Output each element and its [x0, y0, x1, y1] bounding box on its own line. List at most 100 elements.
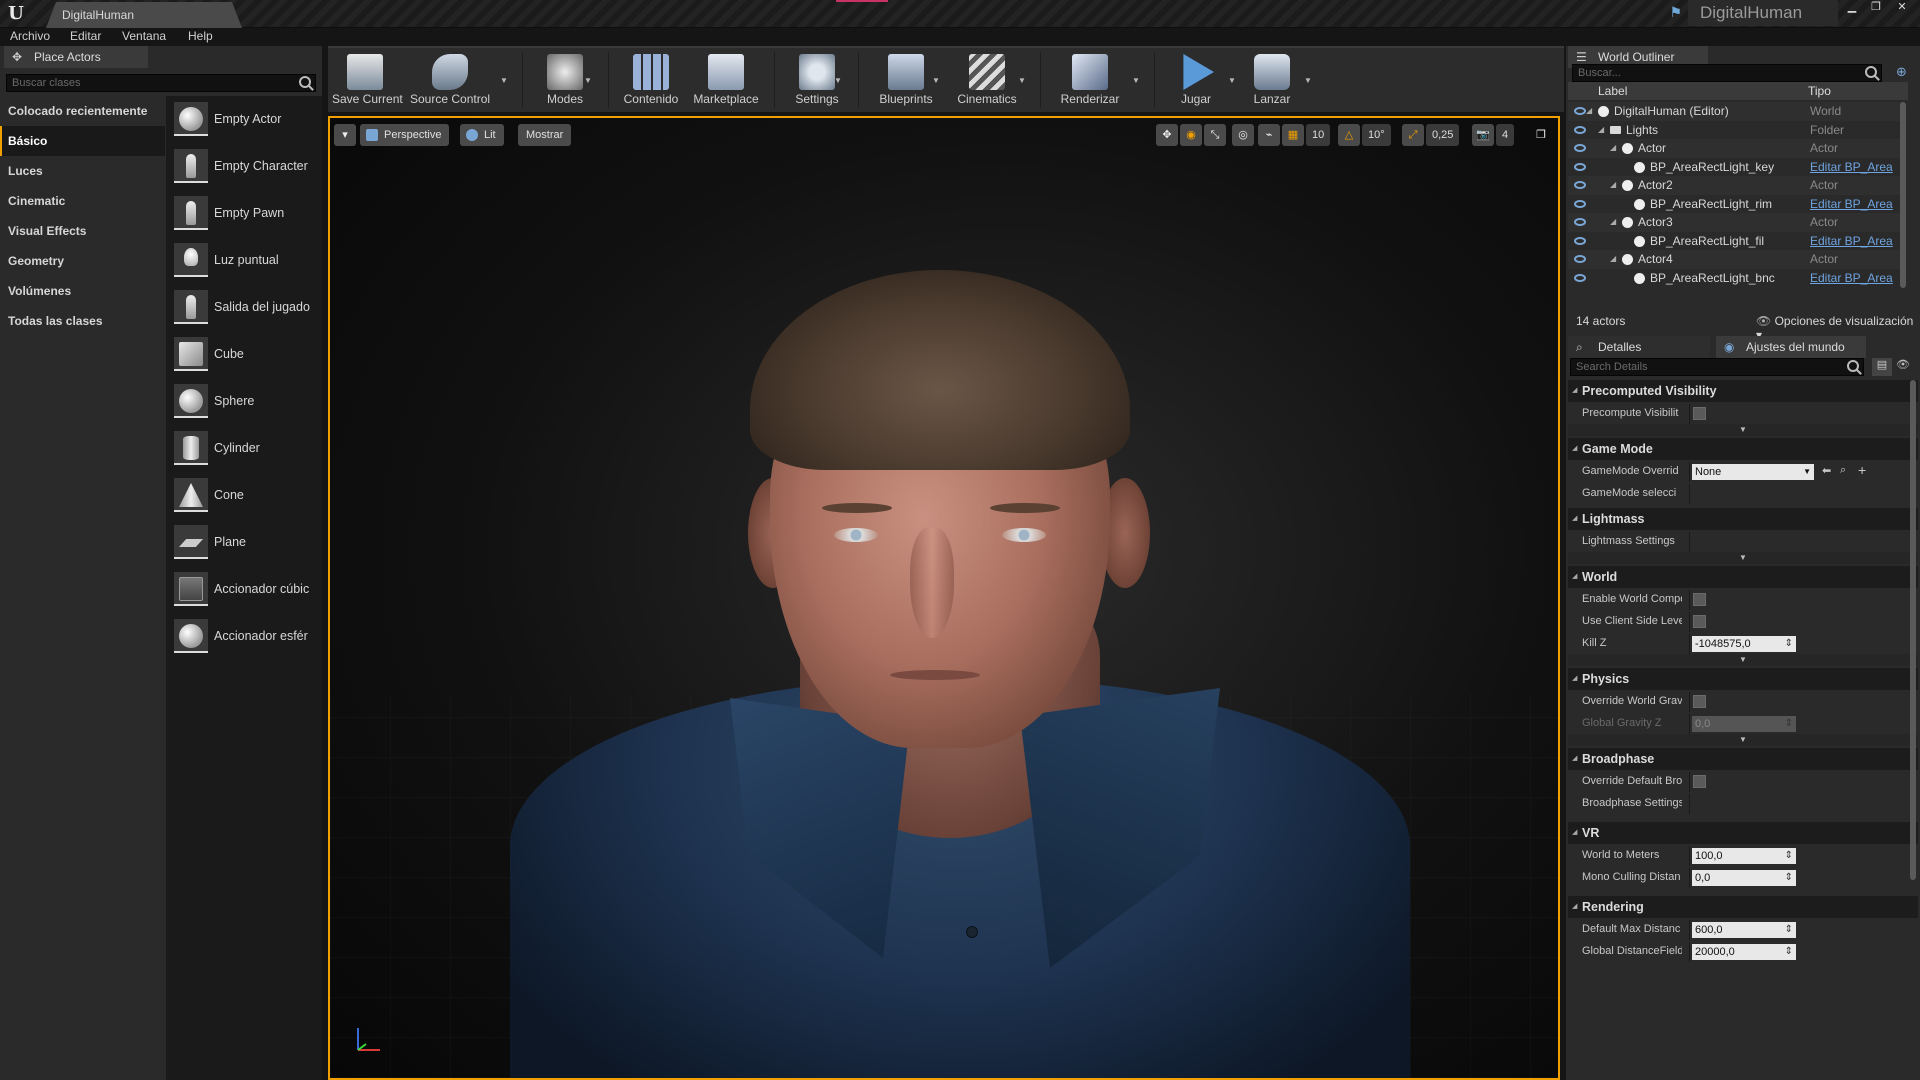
- category-geometry[interactable]: Geometry: [0, 246, 165, 276]
- chevron-down-icon[interactable]: ▼: [1228, 76, 1236, 85]
- lit-button[interactable]: Lit: [460, 124, 504, 146]
- scale-icon[interactable]: ⤡: [1204, 124, 1226, 146]
- column-label[interactable]: Label: [1598, 84, 1627, 98]
- camera-speed-icon[interactable]: 📷: [1472, 124, 1494, 146]
- list-item[interactable]: Plane: [166, 519, 322, 566]
- list-item[interactable]: Cone: [166, 472, 322, 519]
- list-item[interactable]: Empty Pawn: [166, 190, 322, 237]
- translate-icon[interactable]: ✥: [1156, 124, 1178, 146]
- section-physics[interactable]: Physics: [1568, 668, 1918, 690]
- cinematics-button[interactable]: Cinematics: [950, 48, 1024, 112]
- show-button[interactable]: Mostrar: [518, 124, 572, 146]
- list-item[interactable]: Cylinder: [166, 425, 322, 472]
- edit-blueprint-link[interactable]: Editar BP_Area: [1810, 195, 1893, 213]
- flag-icon[interactable]: ⚑: [1669, 4, 1682, 21]
- render-button[interactable]: Renderizar: [1052, 48, 1128, 112]
- visibility-eye-icon[interactable]: [1574, 144, 1586, 152]
- menu-help[interactable]: Help: [188, 29, 213, 43]
- mono-culling-input[interactable]: 0,0: [1692, 870, 1796, 886]
- max-distance-input[interactable]: 600,0: [1692, 922, 1796, 938]
- rotation-snap-value[interactable]: 10°: [1362, 124, 1391, 146]
- perspective-button[interactable]: Perspective: [360, 124, 450, 146]
- world-to-meters-input[interactable]: 100,0: [1692, 848, 1796, 864]
- chevron-down-icon[interactable]: ▼: [834, 76, 842, 85]
- visibility-eye-icon[interactable]: [1574, 199, 1586, 208]
- expand-advanced-icon[interactable]: ▼: [1568, 734, 1918, 746]
- menu-editar[interactable]: Editar: [70, 29, 101, 43]
- plus-icon[interactable]: +: [1858, 462, 1866, 478]
- details-search-input[interactable]: Search Details: [1570, 358, 1864, 376]
- visibility-eye-icon[interactable]: [1574, 273, 1586, 282]
- chevron-down-icon[interactable]: ▼: [1304, 76, 1312, 85]
- section-lightmass[interactable]: Lightmass: [1568, 508, 1918, 530]
- maximize-icon[interactable]: ❐: [1864, 0, 1888, 16]
- edit-blueprint-link[interactable]: Editar BP_Area: [1810, 232, 1893, 250]
- prop-broadphase-settings[interactable]: Broadphase Settings: [1568, 794, 1918, 814]
- expand-arrow-icon[interactable]: ◢: [1598, 121, 1604, 139]
- distance-field-input[interactable]: 20000,0: [1692, 944, 1796, 960]
- outliner-row[interactable]: ◢ Actor3 Actor: [1568, 213, 1904, 232]
- gamemode-select[interactable]: None: [1692, 464, 1814, 480]
- override-gravity-checkbox[interactable]: [1693, 695, 1706, 708]
- category-volumes[interactable]: Volúmenes: [0, 276, 165, 306]
- marketplace-button[interactable]: Marketplace: [688, 48, 764, 112]
- chevron-down-icon[interactable]: ▼: [500, 76, 508, 85]
- content-button[interactable]: Contenido: [618, 48, 684, 112]
- add-actor-icon[interactable]: ⊕: [1896, 64, 1907, 80]
- visibility-eye-icon[interactable]: [1574, 236, 1586, 245]
- chevron-down-icon[interactable]: ▼: [1132, 76, 1140, 85]
- details-scrollbar[interactable]: [1910, 380, 1916, 880]
- kill-z-input[interactable]: -1048575,0: [1692, 636, 1796, 652]
- grid-snap-icon[interactable]: ▦: [1282, 124, 1304, 146]
- minimize-icon[interactable]: ▁: [1840, 0, 1864, 16]
- maximize-viewport-icon[interactable]: ❐: [1530, 124, 1552, 146]
- scale-snap-value[interactable]: 0,25: [1426, 124, 1460, 146]
- rotation-snap-icon[interactable]: △: [1338, 124, 1360, 146]
- menu-archivo[interactable]: Archivo: [10, 29, 50, 43]
- section-rendering[interactable]: Rendering: [1568, 896, 1918, 918]
- chevron-down-icon[interactable]: ▼: [1018, 76, 1026, 85]
- visibility-eye-icon[interactable]: [1574, 107, 1586, 115]
- outliner-row[interactable]: BP_AreaRectLight_key Editar BP_Area: [1568, 158, 1904, 177]
- level-viewport[interactable]: ▾ Perspective Lit Mostrar ✥ ◉ ⤡ ◎ ⌁ ▦ 10…: [328, 116, 1560, 1080]
- surface-snap-icon[interactable]: ⌁: [1258, 124, 1280, 146]
- broadphase-checkbox[interactable]: [1693, 775, 1706, 788]
- world-comp-checkbox[interactable]: [1693, 593, 1706, 606]
- play-button[interactable]: Jugar: [1164, 48, 1228, 112]
- visibility-eye-icon[interactable]: [1574, 162, 1586, 171]
- camera-speed-value[interactable]: 4: [1496, 124, 1515, 146]
- outliner-row[interactable]: ◢ Actor2 Actor: [1568, 176, 1904, 195]
- expand-arrow-icon[interactable]: ◢: [1610, 213, 1616, 231]
- client-side-checkbox[interactable]: [1693, 615, 1706, 628]
- outliner-row[interactable]: BP_AreaRectLight_rim Editar BP_Area: [1568, 195, 1904, 214]
- grid-view-icon[interactable]: ▤: [1872, 358, 1892, 376]
- list-item[interactable]: Empty Character: [166, 143, 322, 190]
- column-type[interactable]: Tipo: [1808, 84, 1831, 98]
- section-broadphase[interactable]: Broadphase: [1568, 748, 1918, 770]
- globe-icon[interactable]: ◎: [1232, 124, 1254, 146]
- list-item[interactable]: Sphere: [166, 378, 322, 425]
- expand-arrow-icon[interactable]: ◢: [1610, 250, 1616, 268]
- outliner-row[interactable]: ◢ Actor4 Actor: [1568, 250, 1904, 269]
- list-item[interactable]: Accionador esfér: [166, 613, 322, 660]
- visibility-eye-icon[interactable]: [1574, 125, 1586, 134]
- grid-snap-value[interactable]: 10: [1306, 124, 1331, 146]
- category-lights[interactable]: Luces: [0, 156, 165, 186]
- scale-snap-icon[interactable]: ⤢: [1402, 124, 1424, 146]
- source-control-button[interactable]: Source Control: [410, 48, 490, 112]
- document-tab[interactable]: DigitalHuman: [46, 2, 242, 28]
- edit-blueprint-link[interactable]: Editar BP_Area: [1810, 158, 1893, 176]
- chevron-down-icon[interactable]: ▼: [584, 76, 592, 85]
- edit-blueprint-link[interactable]: Editar BP_Area: [1810, 269, 1893, 287]
- expand-advanced-icon[interactable]: ▼: [1568, 552, 1918, 564]
- list-item[interactable]: Luz puntual: [166, 237, 322, 284]
- outliner-search-input[interactable]: Buscar...: [1572, 64, 1882, 82]
- expand-arrow-icon[interactable]: ◢: [1586, 102, 1592, 120]
- outliner-row[interactable]: ◢ Lights Folder: [1568, 121, 1904, 140]
- browse-icon[interactable]: ⌕: [1840, 464, 1846, 477]
- category-recent[interactable]: Colocado recientemente: [0, 96, 165, 126]
- expand-advanced-icon[interactable]: ▼: [1568, 654, 1918, 666]
- outliner-scrollbar[interactable]: [1900, 102, 1906, 288]
- category-basic[interactable]: Básico: [0, 126, 165, 156]
- list-item[interactable]: Empty Actor: [166, 96, 322, 143]
